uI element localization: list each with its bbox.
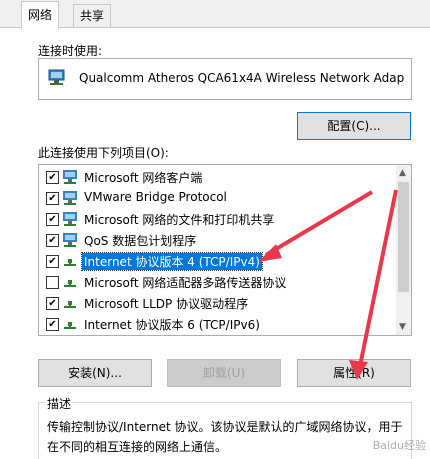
uninstall-button-label: 卸载(U) <box>202 366 246 380</box>
network-client-icon <box>62 232 80 251</box>
adapter-name: Qualcomm Atheros QCA61x4A Wireless Netwo… <box>79 71 405 85</box>
item-label: Internet 协议版本 6 (TCP/IPv6) <box>84 318 260 332</box>
properties-button[interactable]: 属性(R) <box>297 359 411 387</box>
properties-button-label: 属性(R) <box>333 366 375 380</box>
watermark: Baidu经验 <box>372 439 426 452</box>
item-label: Microsoft LLDP 协议驱动程序 <box>84 297 249 311</box>
connect-using-label: 连接时使用: <box>38 44 103 58</box>
protocol-icon <box>62 295 80 314</box>
uninstall-button[interactable]: 卸载(U) <box>167 359 281 387</box>
install-button-label: 安装(N)... <box>68 366 122 380</box>
item-label: VMware Bridge Protocol <box>84 190 227 204</box>
scroll-thumb[interactable] <box>398 182 409 292</box>
item-checkbox[interactable]: ✔ <box>46 234 59 247</box>
tab-divider <box>0 27 430 28</box>
protocol-icon <box>62 253 80 272</box>
item-label: QoS 数据包计划程序 <box>84 234 197 248</box>
description-group: 描述 传输控制协议/Internet 协议。该协议是默认的广域网络协议，用于在不… <box>38 395 412 459</box>
list-item-selected[interactable]: ✔ Internet 协议版本 4 (TCP/IPv4) <box>39 251 395 272</box>
scroll-up-icon[interactable]: ▲ <box>399 168 406 178</box>
item-label: Microsoft 网络客户端 <box>84 171 203 185</box>
install-button[interactable]: 安装(N)... <box>38 359 152 387</box>
tab-network[interactable]: 网络 <box>21 1 60 29</box>
configure-button[interactable]: 配置(C)... <box>297 112 411 140</box>
list-item[interactable]: ✔ QoS 数据包计划程序 <box>39 230 395 251</box>
network-client-icon <box>62 211 80 230</box>
list-item[interactable]: ✔ Microsoft 网络客户端 <box>39 167 395 188</box>
list-item[interactable]: ✔ Internet 协议版本 6 (TCP/IPv6) <box>39 314 395 335</box>
tab-bar: 网络 共享 <box>0 0 430 29</box>
item-checkbox[interactable]: ✔ <box>46 255 59 268</box>
configure-button-label: 配置(C)... <box>327 119 381 133</box>
network-client-icon <box>62 169 80 188</box>
description-body: 传输控制协议/Internet 协议。该协议是默认的广域网络协议，用于在不同的相… <box>47 420 403 454</box>
network-adapter-icon <box>47 69 67 90</box>
protocol-icon <box>62 316 80 335</box>
list-item[interactable]: ✔ Microsoft 网络的文件和打印机共享 <box>39 209 395 230</box>
item-label: Microsoft 网络适配器多路传送器协议 <box>84 276 287 290</box>
item-checkbox[interactable]: ✔ <box>46 318 59 331</box>
tab-network-label: 网络 <box>28 8 53 22</box>
list-item[interactable]: Microsoft 网络适配器多路传送器协议 <box>39 272 395 293</box>
description-title: 描述 <box>45 395 74 412</box>
item-checkbox[interactable] <box>46 276 59 289</box>
tab-sharing[interactable]: 共享 <box>73 4 112 27</box>
network-client-icon <box>62 190 80 209</box>
scroll-down-icon[interactable]: ▼ <box>399 322 406 332</box>
item-checkbox[interactable]: ✔ <box>46 192 59 205</box>
protocol-icon <box>62 274 80 293</box>
item-checkbox[interactable]: ✔ <box>46 171 59 184</box>
component-list[interactable]: ✔ Microsoft 网络客户端 ✔ VMware Bridge Protoc… <box>38 164 412 336</box>
item-label: Internet 协议版本 4 (TCP/IPv4) <box>81 252 263 271</box>
list-item[interactable]: ✔ Microsoft LLDP 协议驱动程序 <box>39 293 395 314</box>
list-item[interactable]: ✔ VMware Bridge Protocol <box>39 188 395 209</box>
item-checkbox[interactable]: ✔ <box>46 297 59 310</box>
adapter-box: Qualcomm Atheros QCA61x4A Wireless Netwo… <box>38 58 412 100</box>
item-checkbox[interactable]: ✔ <box>46 213 59 226</box>
list-scrollbar[interactable]: ▲ ▼ <box>396 165 411 335</box>
item-label: Microsoft 网络的文件和打印机共享 <box>84 213 275 227</box>
tab-sharing-label: 共享 <box>80 9 105 23</box>
items-label: 此连接使用下列项目(O): <box>38 146 169 160</box>
